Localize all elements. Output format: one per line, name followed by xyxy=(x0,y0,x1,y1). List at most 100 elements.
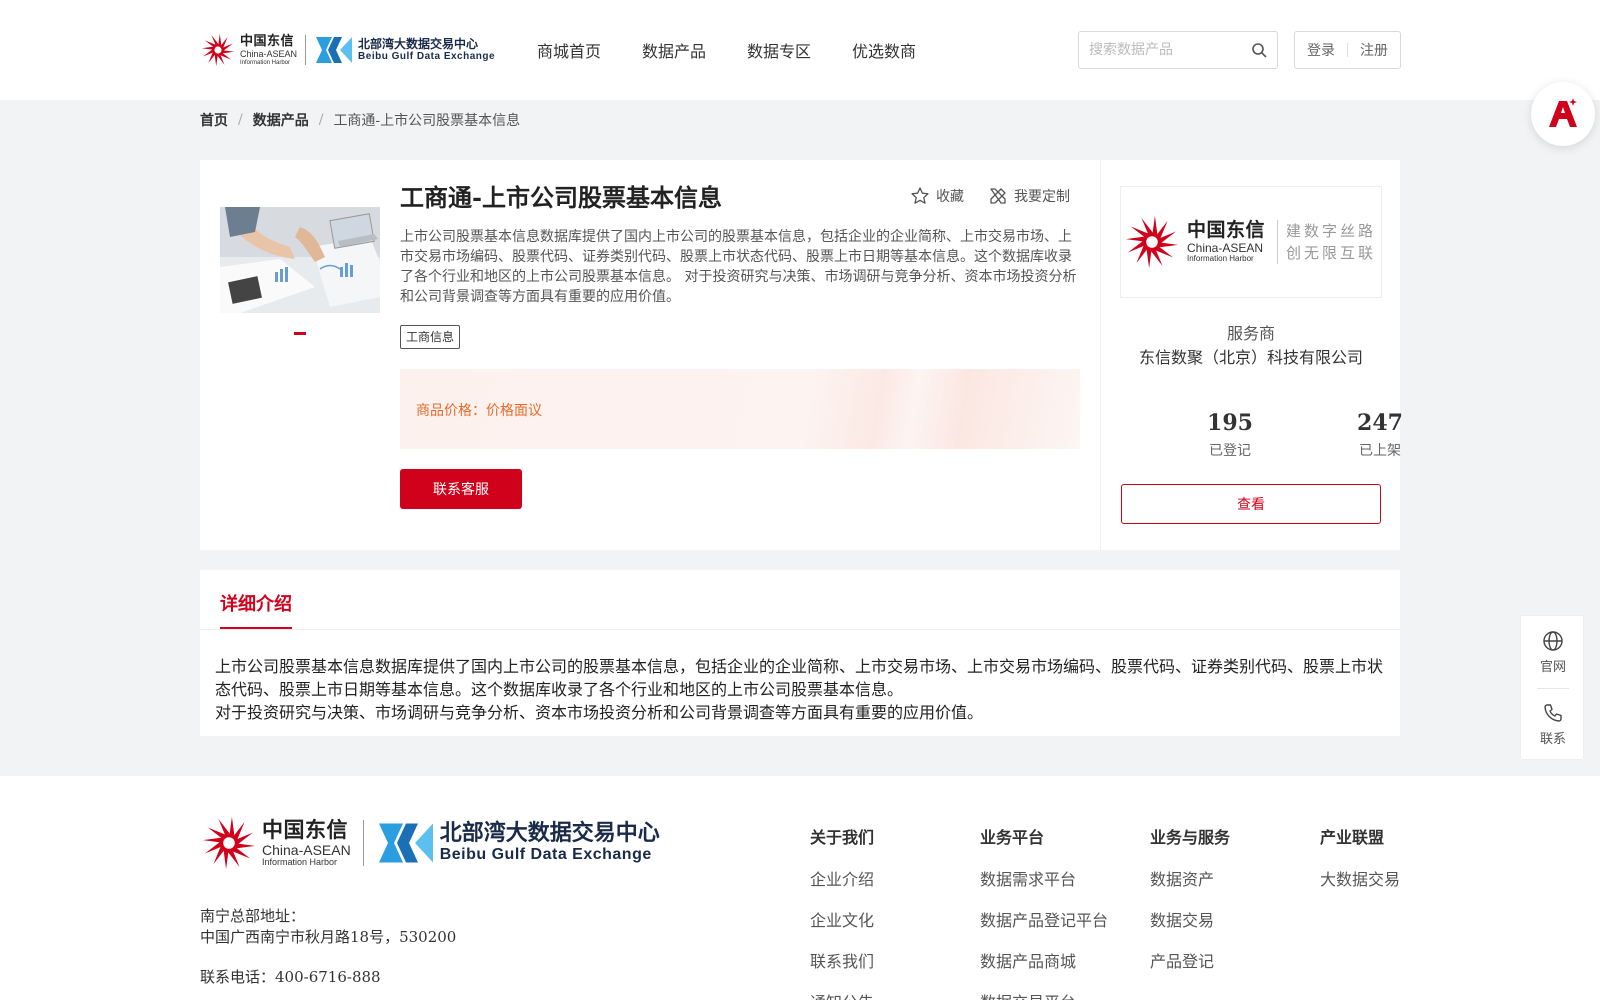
footer-bb-en: Beibu Gulf Data Exchange xyxy=(439,846,652,863)
main-nav: 商城首页 数据产品 数据专区 优选数商 xyxy=(537,38,957,62)
footer-link[interactable]: 数据需求平台 xyxy=(980,866,1108,890)
address-value: 中国广西南宁市秋月路18号，530200 xyxy=(200,928,457,946)
breadcrumb-home[interactable]: 首页 xyxy=(200,110,228,130)
stat-listed-value: 247 xyxy=(1357,410,1403,436)
search-icon[interactable] xyxy=(1251,42,1267,58)
search-box xyxy=(1078,31,1278,69)
footer-col-services: 业务与服务 数据资产 数据交易 产品登记 xyxy=(1150,824,1230,989)
footer-cd-en1: China-ASEAN xyxy=(262,841,351,858)
product-image[interactable] xyxy=(220,207,380,313)
provider-logo-en1: China-ASEAN xyxy=(1187,241,1264,255)
stat-registered: 195 已登记 xyxy=(1175,410,1285,460)
footer-cd-en2: Information Harbor xyxy=(262,856,338,867)
footer-address: 南宁总部地址： 中国广西南宁市秋月路18号，530200 xyxy=(200,906,456,948)
cd-logo-cn: 中国东信 xyxy=(240,33,295,49)
customize-label: 我要定制 xyxy=(1014,189,1070,205)
slogan-line-2: 创无限互联 xyxy=(1286,244,1377,262)
footer-link[interactable]: 数据交易 xyxy=(1150,907,1230,931)
product-actions: 收藏 我要定制 xyxy=(910,186,1070,206)
search-input[interactable] xyxy=(1089,40,1239,60)
ai-assistant-icon xyxy=(1549,98,1577,127)
bb-logo-en: Beibu Gulf Data Exchange xyxy=(358,51,496,62)
stat-listed: 247 已上架 xyxy=(1325,410,1435,460)
footer-link[interactable]: 数据交易平台 xyxy=(980,989,1108,1000)
side-contact-button[interactable]: 联系 xyxy=(1521,702,1585,747)
product-title: 工商通-上市公司股票基本信息 xyxy=(400,183,722,212)
price-text: 商品价格：价格面议 xyxy=(416,400,542,420)
stat-registered-label: 已登记 xyxy=(1209,443,1251,459)
provider-slogan: 建数字丝路 创无限互联 xyxy=(1277,220,1376,264)
provider-logo-en2: Information Harbor xyxy=(1187,254,1254,263)
footer-link[interactable]: 通知公告 xyxy=(810,989,874,1000)
footer-col-title: 产业联盟 xyxy=(1320,828,1385,847)
footer-link[interactable]: 企业介绍 xyxy=(810,866,874,890)
cd-logo-en1: China-ASEAN xyxy=(240,48,298,59)
logo-divider xyxy=(305,35,307,65)
provider-logo-cn: 中国东信 xyxy=(1187,219,1266,241)
breadcrumb: 首页 / 数据产品 / 工商通-上市公司股票基本信息 xyxy=(200,110,520,130)
side-contact-label: 联系 xyxy=(1539,732,1566,747)
footer-col-platforms: 业务平台 数据需求平台 数据产品登记平台 数据产品商城 数据交易平台 xyxy=(980,824,1108,1000)
nav-data-zone[interactable]: 数据专区 xyxy=(747,38,811,62)
customize-button[interactable]: 我要定制 xyxy=(988,186,1070,206)
side-website-label: 官网 xyxy=(1539,660,1566,675)
footer-link[interactable]: 大数据交易 xyxy=(1320,866,1400,890)
provider-name: 东信数聚（北京）科技有限公司 xyxy=(1138,348,1363,367)
nav-preferred-merchants[interactable]: 优选数商 xyxy=(852,38,916,62)
breadcrumb-separator: / xyxy=(318,112,324,128)
product-card: 工商通-上市公司股票基本信息 收藏 我要定制 上市公司股票基本信息数据库提供了国… xyxy=(200,160,1403,550)
stat-registered-value: 195 xyxy=(1207,410,1253,436)
breadcrumb-category[interactable]: 数据产品 xyxy=(253,110,309,130)
cd-sunburst-logo-icon xyxy=(201,33,235,67)
ai-assistant-button[interactable] xyxy=(1531,82,1595,146)
globe-icon xyxy=(1543,631,1563,651)
site-logo[interactable]: 中国东信 China-ASEAN Information Harbor 北部湾大… xyxy=(200,28,495,72)
footer-col-about: 关于我们 企业介绍 企业文化 联系我们 通知公告 xyxy=(810,824,874,1000)
cd-sunburst-logo-icon xyxy=(202,816,256,870)
nav-data-products[interactable]: 数据产品 xyxy=(642,38,706,62)
footer-logo-divider xyxy=(362,820,364,866)
bb-3x-logo-icon xyxy=(378,823,433,863)
provider-logo: 中国东信 China-ASEAN Information Harbor 建数字丝… xyxy=(1120,186,1382,298)
breadcrumb-separator: / xyxy=(238,112,243,128)
tab-detail-intro[interactable]: 详细介绍 xyxy=(220,590,292,616)
auth-box: 登录 注册 xyxy=(1294,31,1401,69)
cd-logo-en2: Information Harbor xyxy=(240,59,291,66)
footer-phone: 联系电话：400-6716-888 xyxy=(200,968,381,986)
slogan-line-1: 建数字丝路 xyxy=(1286,222,1377,240)
detail-body: 上市公司股票基本信息数据库提供了国内上市公司的股票基本信息，包括企业的企业简称、… xyxy=(215,655,1385,724)
cd-sunburst-logo-icon xyxy=(1125,215,1179,269)
side-float-panel: 官网 联系 xyxy=(1520,615,1584,760)
footer-cd-cn: 中国东信 xyxy=(262,817,348,842)
nav-mall-home[interactable]: 商城首页 xyxy=(537,38,601,62)
breadcrumb-current: 工商通-上市公司股票基本信息 xyxy=(333,113,521,129)
detail-divider xyxy=(200,629,1400,630)
view-provider-button[interactable]: 查看 xyxy=(1121,484,1381,524)
category-tag: 工商信息 xyxy=(400,325,461,349)
footer: 中国东信 China-ASEAN Information Harbor 北部湾大… xyxy=(0,776,1600,1000)
stat-listed-label: 已上架 xyxy=(1359,443,1401,459)
business-meeting-image xyxy=(220,207,380,313)
footer-logo: 中国东信 China-ASEAN Information Harbor 北部湾大… xyxy=(200,814,660,872)
favorite-label: 收藏 xyxy=(936,189,964,205)
register-link[interactable]: 注册 xyxy=(1360,40,1388,60)
footer-link[interactable]: 数据产品商城 xyxy=(980,948,1108,972)
price-value: 价格面议 xyxy=(486,403,542,419)
carousel-indicator[interactable] xyxy=(294,332,306,335)
login-link[interactable]: 登录 xyxy=(1307,40,1335,60)
footer-link[interactable]: 产品登记 xyxy=(1150,948,1230,972)
footer-link[interactable]: 数据产品登记平台 xyxy=(980,907,1108,931)
card-divider xyxy=(1100,160,1101,550)
detail-paragraph: 上市公司股票基本信息数据库提供了国内上市公司的股票基本信息，包括企业的企业简称、… xyxy=(215,657,1384,699)
footer-link[interactable]: 联系我们 xyxy=(810,948,874,972)
price-box: 商品价格：价格面议 xyxy=(400,369,1080,449)
star-icon xyxy=(911,187,929,204)
product-description: 上市公司股票基本信息数据库提供了国内上市公司的股票基本信息，包括企业的企业简称、… xyxy=(400,229,1077,305)
side-website-button[interactable]: 官网 xyxy=(1521,630,1585,675)
auth-divider xyxy=(1347,43,1348,57)
contact-service-button[interactable]: 联系客服 xyxy=(400,469,522,509)
price-label: 商品价格： xyxy=(416,403,486,419)
footer-link[interactable]: 数据资产 xyxy=(1150,866,1230,890)
footer-link[interactable]: 企业文化 xyxy=(810,907,874,931)
favorite-button[interactable]: 收藏 xyxy=(910,186,964,206)
